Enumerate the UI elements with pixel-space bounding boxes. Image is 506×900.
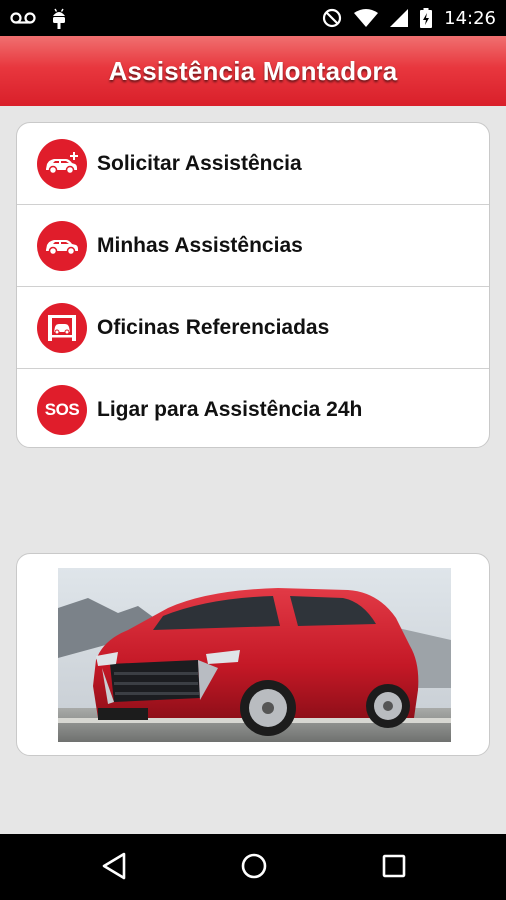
menu-item-minhas-assistencias[interactable]: Minhas Assistências xyxy=(17,205,489,287)
menu-item-solicitar-assistencia[interactable]: Solicitar Assistência xyxy=(17,123,489,205)
menu-item-oficinas-referenciadas[interactable]: Oficinas Referenciadas xyxy=(17,287,489,369)
status-left xyxy=(10,7,68,29)
android-debug-icon xyxy=(50,7,68,29)
menu-item-ligar-assistencia-24h[interactable]: SOS Ligar para Assistência 24h xyxy=(17,369,489,447)
car-lift-icon xyxy=(37,302,87,353)
recent-apps-icon[interactable] xyxy=(380,851,408,886)
app-bar: Assistência Montadora xyxy=(0,36,506,106)
menu-item-label: Minhas Assistências xyxy=(97,233,303,257)
status-right: 14:26 xyxy=(322,8,496,29)
red-suv-photo xyxy=(58,568,451,742)
car-icon xyxy=(37,220,87,271)
cellular-signal-icon xyxy=(390,9,409,27)
banner-card[interactable] xyxy=(16,553,490,756)
home-icon[interactable] xyxy=(239,851,269,886)
menu-item-label: Solicitar Assistência xyxy=(97,151,302,175)
menu-item-label: Oficinas Referenciadas xyxy=(97,315,330,339)
wifi-icon xyxy=(354,9,379,27)
status-time: 14:26 xyxy=(444,7,496,29)
do-not-disturb-icon xyxy=(322,8,342,28)
sos-icon-text: SOS xyxy=(44,400,80,419)
nav-bar xyxy=(0,834,506,900)
sos-icon: SOS xyxy=(37,385,87,435)
menu-card: Solicitar Assistência Minhas Assistência… xyxy=(16,122,490,448)
menu-item-label: Ligar para Assistência 24h xyxy=(97,398,363,421)
battery-charging-icon xyxy=(420,8,433,28)
app-title: Assistência Montadora xyxy=(108,55,398,86)
car-plus-icon xyxy=(37,138,87,189)
status-bar: 14:26 xyxy=(0,0,506,36)
back-icon[interactable] xyxy=(100,851,128,886)
voicemail-icon xyxy=(10,11,36,25)
